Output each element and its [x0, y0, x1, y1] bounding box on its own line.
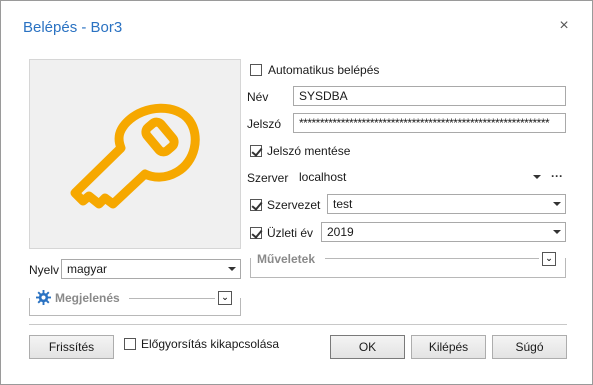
chevron-down-icon[interactable] [553, 202, 561, 206]
server-combo[interactable]: localhost [293, 167, 546, 187]
expand-icon[interactable]: ⌄ [218, 291, 232, 305]
server-value: localhost [299, 170, 347, 184]
key-image-panel [29, 59, 241, 249]
server-label: Szerver [247, 171, 289, 185]
auto-login-row[interactable]: Automatikus belépés [250, 63, 379, 77]
year-combo[interactable]: 2019 [321, 222, 566, 242]
password-label: Jelszó [247, 117, 282, 131]
language-value: magyar [67, 262, 108, 276]
chevron-down-icon[interactable] [533, 175, 541, 179]
prefetch-row[interactable]: Előgyorsítás kikapcsolása [124, 337, 279, 351]
auto-login-checkbox[interactable] [250, 64, 262, 76]
save-password-checkbox[interactable] [250, 145, 262, 157]
operations-header[interactable]: Műveletek [257, 252, 320, 266]
year-row[interactable]: Üzleti év [250, 226, 313, 240]
chevron-down-icon[interactable] [228, 267, 236, 271]
footer-separator [29, 324, 567, 325]
chevron-down-icon[interactable] [553, 230, 561, 234]
appearance-header[interactable]: Megjelenés [36, 290, 124, 305]
language-label: Nyelv [29, 263, 60, 277]
save-password-row[interactable]: Jelszó mentése [250, 144, 350, 158]
language-combo[interactable]: magyar [61, 259, 241, 279]
help-button[interactable]: Súgó [492, 335, 567, 359]
year-label: Üzleti év [267, 226, 314, 240]
refresh-button[interactable]: Frissítés [29, 335, 114, 359]
appearance-label: Megjelenés [55, 290, 120, 305]
name-input[interactable]: SYSDBA [293, 86, 566, 106]
server-more-button[interactable]: ··· [551, 169, 563, 183]
save-password-label: Jelszó mentése [267, 144, 351, 158]
operations-label: Műveletek [257, 252, 316, 266]
ok-button[interactable]: OK [330, 335, 405, 359]
prefetch-label: Előgyorsítás kikapcsolása [141, 337, 280, 351]
org-row[interactable]: Szervezet [250, 198, 320, 212]
prefetch-checkbox[interactable] [124, 338, 136, 350]
auto-login-label: Automatikus belépés [268, 63, 380, 77]
expand-icon[interactable]: ⌄ [542, 252, 556, 266]
exit-button[interactable]: Kilépés [411, 335, 486, 359]
close-icon[interactable]: × [556, 18, 572, 34]
year-value: 2019 [327, 225, 354, 239]
org-value: test [333, 197, 353, 211]
name-label: Név [247, 90, 269, 104]
login-dialog: Belépés - Bor3 × Automatikus belépés Név… [0, 0, 593, 385]
dialog-title: Belépés - Bor3 [23, 19, 123, 36]
appearance-header-line [129, 298, 215, 299]
password-input[interactable]: ****************************************… [293, 113, 566, 133]
org-checkbox[interactable] [250, 199, 262, 211]
gear-icon [36, 290, 51, 305]
year-checkbox[interactable] [250, 227, 262, 239]
org-label: Szervezet [267, 198, 321, 212]
operations-header-line [325, 258, 539, 259]
key-icon [70, 103, 200, 209]
org-combo[interactable]: test [327, 194, 566, 214]
